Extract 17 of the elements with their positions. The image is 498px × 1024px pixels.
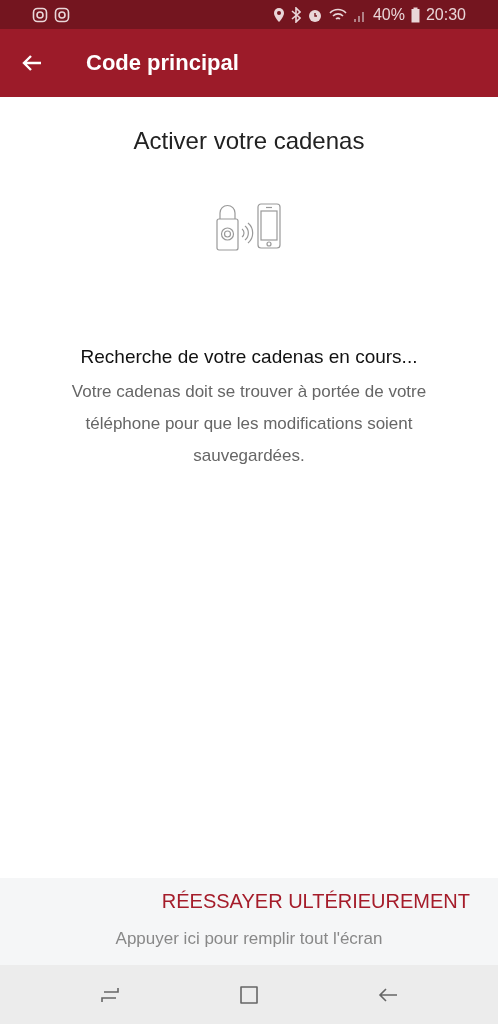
location-icon [272,6,285,23]
padlock-phone-drawing [215,203,283,251]
retry-later-button[interactable]: RÉESSAYER ULTÉRIEUREMENT [161,878,498,913]
search-status: Recherche de votre cadenas en cours... [80,346,418,368]
bluetooth-icon [290,6,301,23]
home-icon[interactable] [239,984,259,1005]
battery-icon [410,6,420,23]
back-icon[interactable] [378,986,399,1003]
page-title: Activer votre cadenas [133,127,365,155]
screen-title: Code principal [86,50,239,76]
instagram-icon [32,6,48,23]
wifi-icon [328,6,347,23]
instruction-text: Votre cadenas doit se trouver à portée de votre téléphone pour que les modifications soient sauvegardées. [70,381,428,467]
instagram-icon [54,6,70,23]
battery-percentage: 40% [372,5,405,24]
clock-time: 20:30 [425,5,466,24]
recent-apps-icon[interactable] [99,986,120,1003]
